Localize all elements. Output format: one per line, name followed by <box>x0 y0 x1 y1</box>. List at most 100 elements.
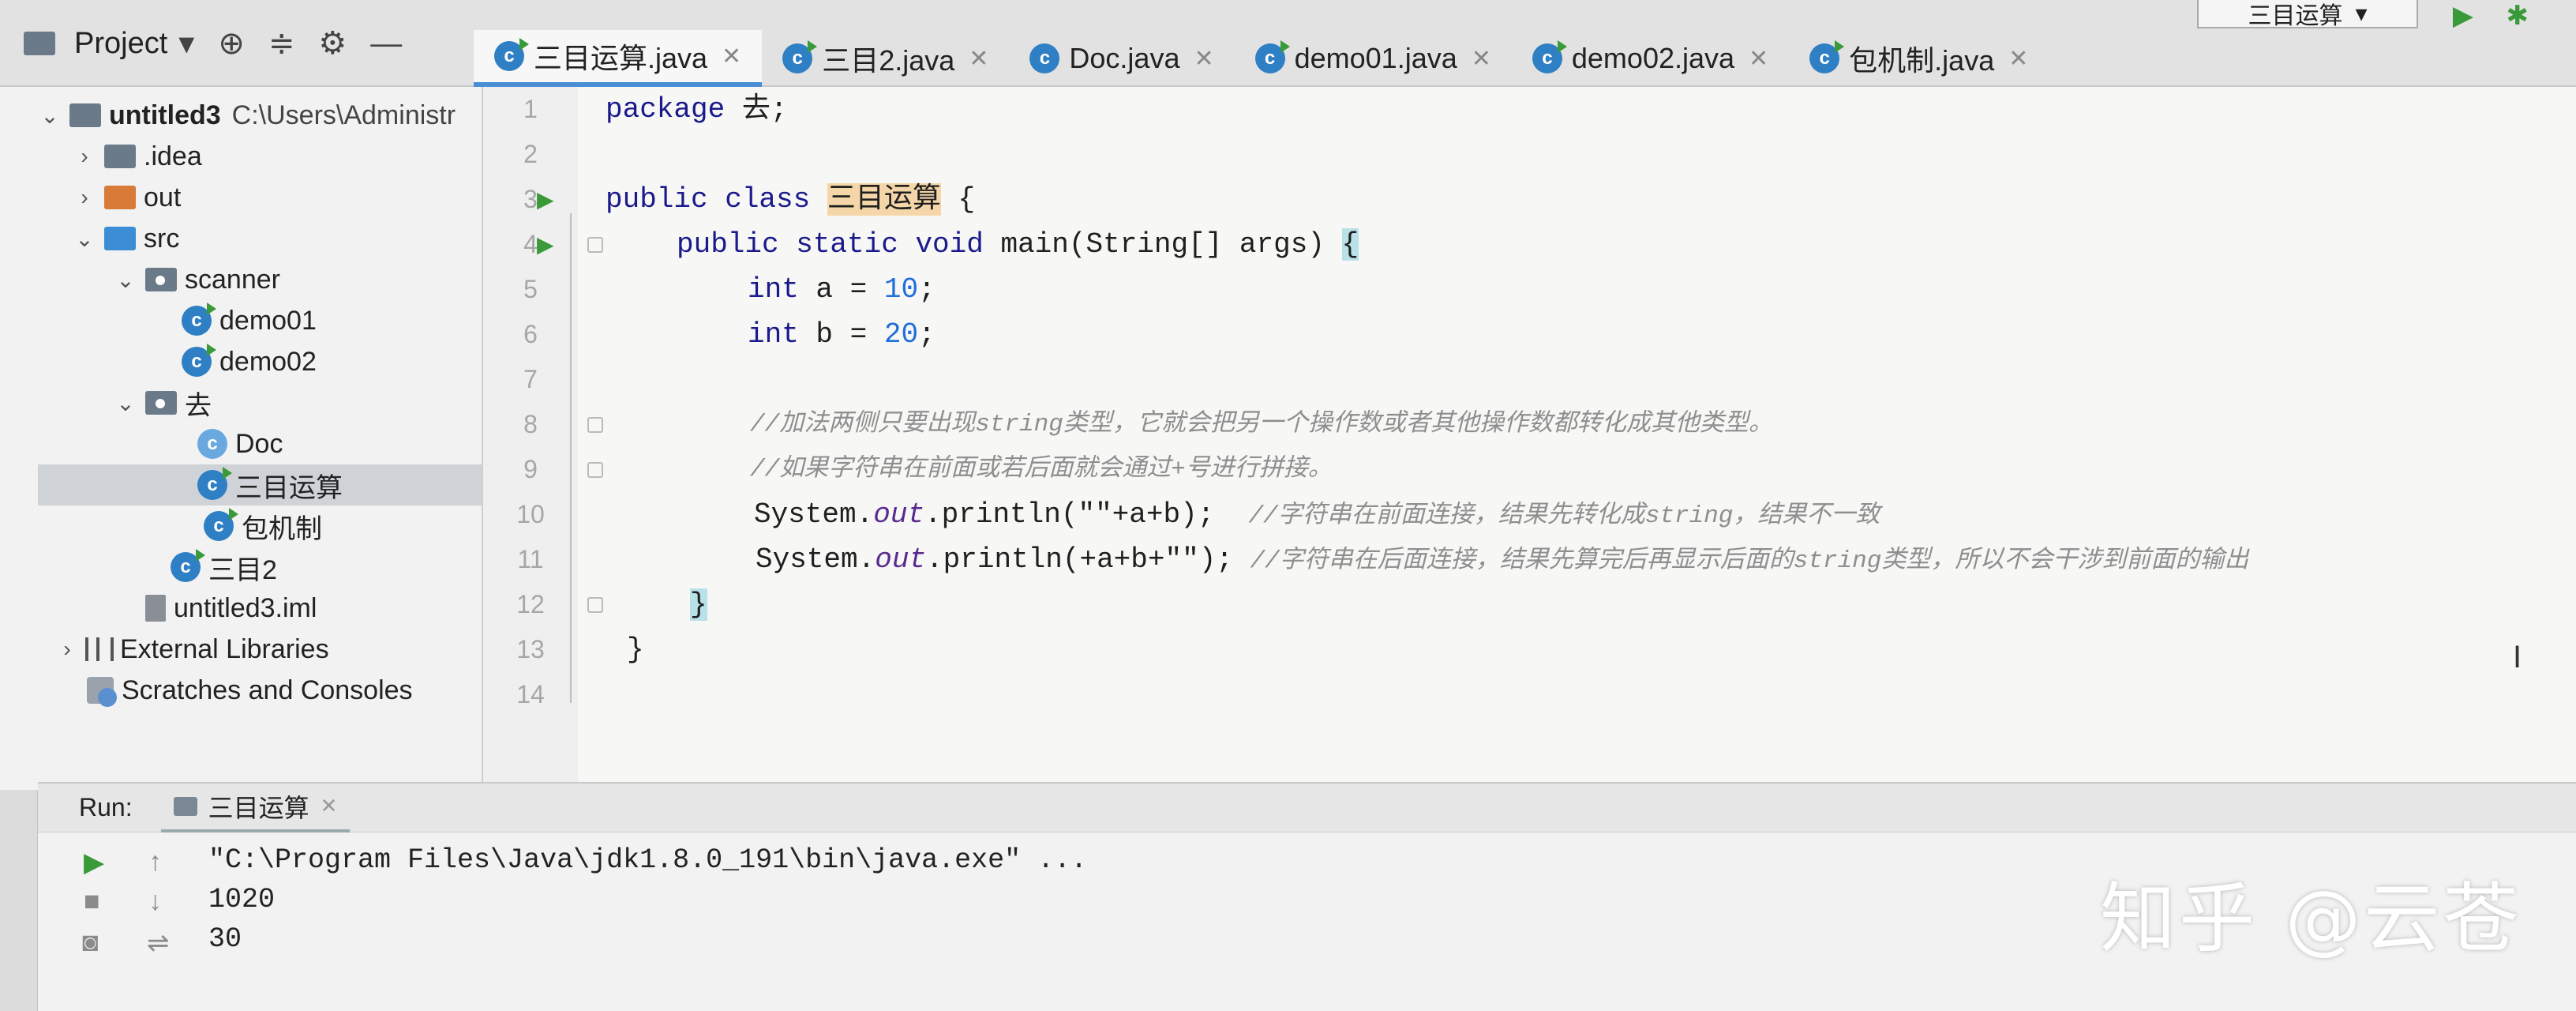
tree-item-demo01[interactable]: c demo01 <box>38 300 482 341</box>
camera-icon[interactable]: ◙ <box>82 927 99 958</box>
debug-icon[interactable]: ✱ <box>2507 0 2529 32</box>
code-text: main(String[] args) <box>1000 228 1342 261</box>
chevron-down-icon: ▾ <box>2355 0 2368 27</box>
tree-item-sanmu2[interactable]: c 三目2 <box>38 547 482 588</box>
collapse-all-icon[interactable]: ≑ <box>268 25 295 62</box>
tree-item-scratches[interactable]: Scratches and Consoles <box>38 670 482 711</box>
tree-item-sanmu-yunsuan[interactable]: c 三目运算 <box>38 464 482 506</box>
number-literal: 20 <box>883 318 919 351</box>
number-literal: 10 <box>883 273 919 306</box>
tab-demo01[interactable]: c demo01.java ✕ <box>1235 30 1512 87</box>
chevron-right-icon[interactable]: › <box>73 144 96 169</box>
tree-item-idea[interactable]: › .idea <box>38 136 482 177</box>
tree-item-label: out <box>144 182 182 212</box>
console-output[interactable]: "C:\Program Files\Java\jdk1.8.0_191\bin\… <box>208 840 1087 959</box>
tab-baojizhi[interactable]: c 包机制.java ✕ <box>1789 30 2049 87</box>
tree-item-demo02[interactable]: c demo02 <box>38 341 482 382</box>
gear-icon[interactable]: ⚙ <box>318 25 347 62</box>
code-text: ; <box>918 273 936 306</box>
tree-item-external-libraries[interactable]: › External Libraries <box>38 629 482 670</box>
tree-item-path: C:\Users\Administr <box>231 100 456 130</box>
tree-item-label: Doc <box>235 428 283 459</box>
class-icon: c <box>1029 43 1060 73</box>
rerun-icon[interactable]: ▶ <box>84 847 104 878</box>
run-tab-label: 三目运算 <box>208 793 309 822</box>
tab-sanmu-yunsuan[interactable]: c 三目运算.java ✕ <box>474 30 763 87</box>
fold-icon[interactable] <box>587 462 603 478</box>
code-text: .println(+a+b+""); <box>926 543 1251 576</box>
arrow-up-icon[interactable]: ↑ <box>148 847 162 878</box>
chevron-right-icon[interactable]: › <box>55 637 79 662</box>
run-toolbar: ▶ ↑ ■ ↓ ◙ ⇌ <box>38 832 170 1011</box>
code-line-10: System.out.println(""+a+b); //字符串在前面连接，结… <box>754 492 1880 537</box>
tree-item-label: 包机制 <box>242 513 322 544</box>
tree-item-src[interactable]: ⌄ src <box>38 218 482 259</box>
console-line: 1020 <box>208 884 276 915</box>
code-editor[interactable]: 1 2 3 4 5 6 7 8 9 10 11 12 13 14 ▶ ▶ pac… <box>483 87 2576 782</box>
code-line-3: public class 三目运算 { <box>606 177 975 222</box>
project-tree: ⌄ untitled3 C:\Users\Administr › .idea ›… <box>0 87 483 790</box>
arrow-down-icon[interactable]: ↓ <box>148 886 162 917</box>
soft-wrap-icon[interactable]: ⇌ <box>147 927 170 959</box>
fold-icon[interactable] <box>587 417 603 433</box>
chevron-down-icon[interactable]: ⌄ <box>114 390 137 416</box>
code-text: a = <box>798 273 884 306</box>
chevron-down-icon[interactable]: ⌄ <box>38 103 62 129</box>
class-icon: c <box>1532 40 1567 73</box>
chevron-down-icon[interactable]: ⌄ <box>114 267 137 293</box>
tree-item-iml[interactable]: untitled3.iml <box>38 588 482 629</box>
tree-item-label: untitled3 <box>109 100 221 130</box>
fold-icon[interactable] <box>587 597 603 613</box>
run-config-selector[interactable]: 三目运算 ▾ <box>2197 0 2418 29</box>
tree-item-label: untitled3.iml <box>174 592 317 623</box>
line-gutter: 1 2 3 4 5 6 7 8 9 10 11 12 13 14 <box>483 87 578 782</box>
tree-item-label: demo02 <box>219 346 317 377</box>
tab-sanmu2[interactable]: c 三目2.java ✕ <box>762 30 1009 87</box>
chevron-down-icon[interactable]: ⌄ <box>73 226 96 252</box>
run-icon[interactable]: ▶ <box>2453 0 2473 32</box>
run-main-icon[interactable]: ▶ <box>537 222 561 267</box>
run-class-icon[interactable]: ▶ <box>537 177 561 222</box>
library-icon <box>85 637 114 661</box>
package-icon <box>145 391 177 415</box>
console-icon <box>173 796 197 816</box>
close-icon[interactable]: ✕ <box>722 43 741 70</box>
comment: //字符串在前面连接，结果先转化成string，结果不一致 <box>1248 502 1880 530</box>
folder-icon <box>104 186 136 209</box>
tree-item-qu[interactable]: ⌄ 去 <box>38 382 482 423</box>
tab-label: demo02.java <box>1571 42 1735 74</box>
close-icon[interactable]: ✕ <box>1749 45 1768 73</box>
line-number: 8 <box>523 410 538 438</box>
line-number: 1 <box>523 95 538 123</box>
close-icon[interactable]: ✕ <box>321 794 338 818</box>
indent-guide <box>570 213 572 703</box>
tree-item-label: 三目运算 <box>235 472 343 503</box>
fold-icon[interactable] <box>587 237 603 253</box>
matched-brace: { <box>1341 228 1359 261</box>
tree-item-baojizhi[interactable]: c 包机制 <box>38 506 482 547</box>
line-number: 12 <box>516 590 545 618</box>
hide-icon[interactable]: — <box>370 26 402 62</box>
close-icon[interactable]: ✕ <box>1194 45 1213 73</box>
project-view-selector[interactable]: Project ▾ <box>16 25 194 62</box>
stop-icon[interactable]: ■ <box>84 886 100 917</box>
static-field: out <box>875 543 927 576</box>
tab-doc[interactable]: c Doc.java ✕ <box>1009 30 1234 87</box>
tree-item-out[interactable]: › out <box>38 177 482 218</box>
close-icon[interactable]: ✕ <box>969 45 988 73</box>
run-tab[interactable]: 三目运算 ✕ <box>160 784 351 832</box>
module-folder-icon <box>69 103 101 127</box>
code-text: System. <box>754 498 874 531</box>
tree-item-scanner[interactable]: ⌄ scanner <box>38 259 482 300</box>
tab-demo02[interactable]: c demo02.java ✕ <box>1512 30 1789 87</box>
close-icon[interactable]: ✕ <box>2008 45 2028 73</box>
chevron-right-icon[interactable]: › <box>73 185 96 210</box>
line-number: 7 <box>523 365 538 393</box>
project-panel-header: Project ▾ ⊕ ≑ ⚙ — <box>0 0 474 87</box>
folder-icon <box>104 145 136 168</box>
tree-item-doc[interactable]: c Doc <box>38 423 482 464</box>
locate-icon[interactable]: ⊕ <box>218 25 245 62</box>
tree-item-untitled3[interactable]: ⌄ untitled3 C:\Users\Administr <box>38 95 482 136</box>
close-icon[interactable]: ✕ <box>1472 45 1491 73</box>
chevron-down-icon: ▾ <box>178 26 195 61</box>
